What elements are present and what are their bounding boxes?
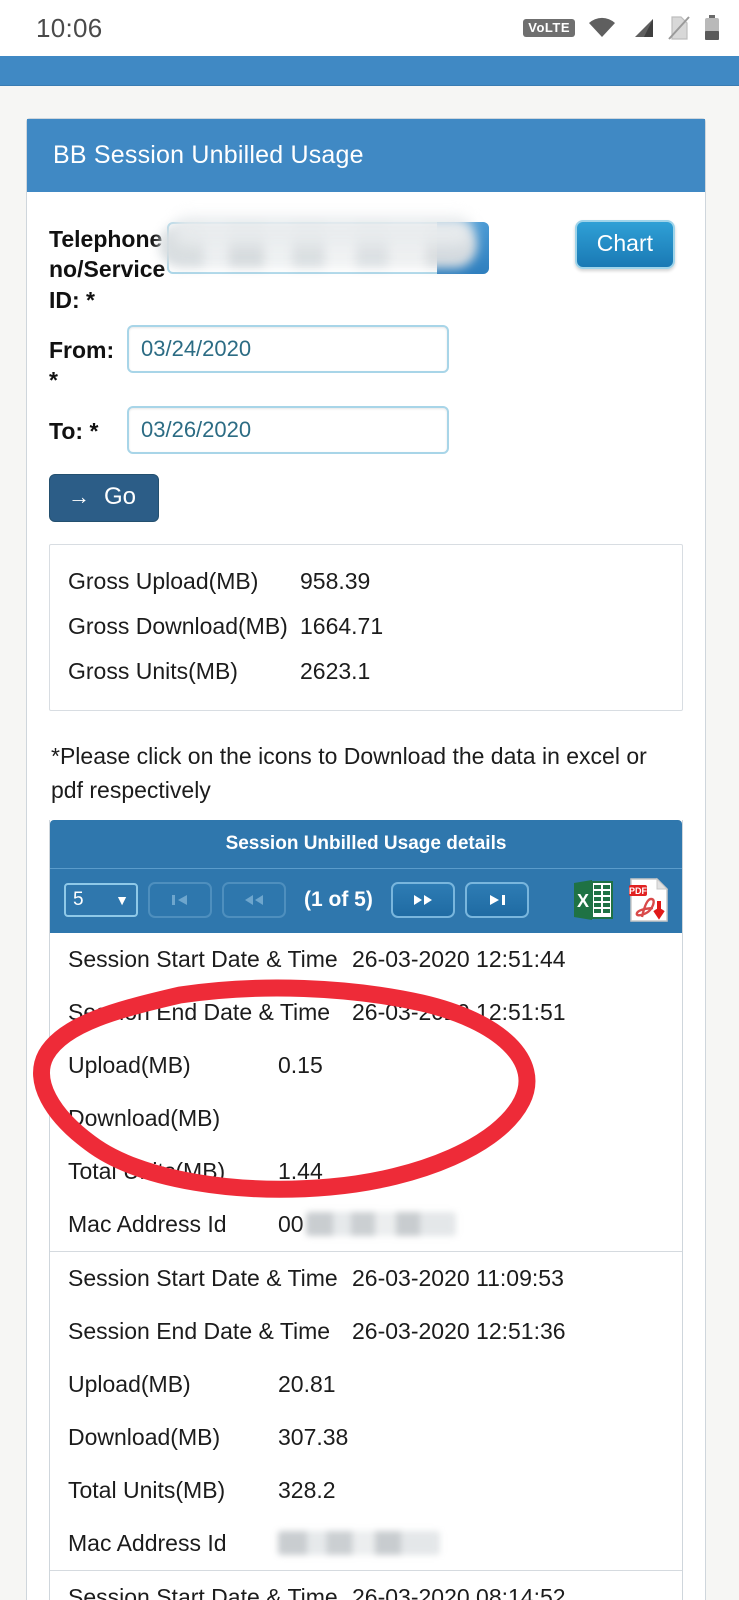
from-date-input[interactable]	[127, 325, 449, 374]
volte-icon: VoLTE	[523, 19, 575, 37]
session-end-value: 26-03-2020 12:51:51	[352, 998, 566, 1025]
session-start-value: 26-03-2020 12:51:44	[352, 945, 566, 972]
sim-off-icon	[668, 16, 690, 40]
table-pagination-toolbar: 5 ▼ (1 of 5) X PDF	[50, 868, 682, 933]
excel-download-icon[interactable]: X	[570, 877, 616, 923]
from-date-row: From: *	[49, 323, 683, 396]
summary-row: Gross Download(MB) 1664.71	[50, 604, 682, 649]
wifi-icon	[589, 17, 615, 37]
to-date-row: To: *	[49, 404, 683, 454]
download-label: Download(MB)	[68, 1423, 221, 1450]
total-units-value: 328.2	[278, 1476, 336, 1503]
upload-label: Upload(MB)	[68, 1051, 191, 1078]
summary-value: 958.39	[300, 567, 371, 594]
chevron-down-icon: ▼	[115, 891, 129, 908]
page-size-select[interactable]: 5 ▼	[64, 882, 138, 917]
session-start-value: 26-03-2020 08:14:52	[352, 1583, 566, 1600]
session-end-row: Session End Date & Time 26-03-2020 12:51…	[50, 1305, 682, 1358]
last-page-button[interactable]	[464, 881, 529, 918]
mac-address-redaction-blur	[305, 1212, 456, 1237]
session-start-label: Session Start Date & Time	[68, 1583, 338, 1600]
session-end-label: Session End Date & Time	[68, 1317, 331, 1344]
summary-value: 2623.1	[300, 657, 371, 684]
gross-summary-box: Gross Upload(MB) 958.39 Gross Download(M…	[49, 543, 683, 711]
mac-address-row: Mac Address Id 00	[50, 1198, 682, 1251]
pdf-letter: PDF	[629, 886, 648, 896]
from-date-label: From: *	[49, 337, 115, 394]
prev-page-button[interactable]	[222, 881, 286, 918]
to-date-label: To: *	[49, 417, 99, 444]
mac-address-row: Mac Address Id	[50, 1517, 682, 1570]
page-size-value: 5	[73, 888, 84, 910]
total-units-label: Total Units(MB)	[68, 1157, 226, 1184]
session-start-row: Session Start Date & Time 26-03-2020 11:…	[50, 1252, 682, 1305]
total-units-value: 1.44	[278, 1157, 323, 1184]
session-end-label: Session End Date & Time	[68, 998, 331, 1025]
arrow-right-icon: →	[68, 483, 90, 509]
summary-row: Gross Units(MB) 2623.1	[50, 649, 682, 694]
next-page-icon	[413, 894, 432, 905]
mac-address-label: Mac Address Id	[68, 1210, 227, 1237]
upload-row: Upload(MB) 20.81	[50, 1358, 682, 1411]
to-date-input[interactable]	[127, 405, 449, 454]
session-end-value: 26-03-2020 12:51:36	[352, 1317, 566, 1344]
upload-label: Upload(MB)	[68, 1370, 191, 1397]
table-row: Session Start Date & Time 26-03-2020 08:…	[50, 1570, 682, 1600]
table-row: Session Start Date & Time 26-03-2020 11:…	[50, 1251, 682, 1571]
total-units-row: Total Units(MB) 328.2	[50, 1464, 682, 1517]
status-bar: 10:06 VoLTE	[0, 0, 739, 56]
total-units-row: Total Units(MB) 1.44	[50, 1145, 682, 1198]
first-page-button[interactable]	[148, 881, 212, 918]
summary-key: Gross Upload(MB)	[68, 567, 259, 594]
go-button-label: Go	[104, 482, 137, 510]
usage-card: BB Session Unbilled Usage Telephone no/S…	[26, 118, 706, 1600]
battery-icon	[705, 15, 719, 40]
session-details-table: Session Unbilled Usage details 5 ▼ (1 of…	[49, 819, 683, 1600]
session-start-label: Session Start Date & Time	[68, 1264, 338, 1291]
mac-address-label: Mac Address Id	[68, 1529, 227, 1556]
upload-value: 0.15	[278, 1051, 323, 1078]
summary-key: Gross Units(MB)	[68, 657, 238, 684]
table-title: Session Unbilled Usage details	[50, 819, 682, 869]
first-page-icon	[172, 894, 187, 905]
session-end-row: Session End Date & Time 26-03-2020 12:51…	[50, 986, 682, 1039]
excel-letter: X	[577, 891, 589, 911]
page-title: BB Session Unbilled Usage	[27, 119, 705, 192]
table-row: Session Start Date & Time 26-03-2020 12:…	[50, 932, 682, 1252]
session-start-row: Session Start Date & Time 26-03-2020 12:…	[50, 933, 682, 986]
session-start-row: Session Start Date & Time 26-03-2020 08:…	[50, 1571, 682, 1600]
next-page-button[interactable]	[390, 881, 455, 918]
mac-address-redaction-blur	[278, 1531, 440, 1556]
download-label: Download(MB)	[68, 1104, 221, 1131]
phone-screen: 10:06 VoLTE BB Session Unbilled Usage Te…	[0, 0, 739, 1600]
telephone-row: Telephone no/Service ID: * Chart	[49, 216, 683, 315]
total-units-label: Total Units(MB)	[68, 1476, 226, 1503]
go-button[interactable]: → Go	[49, 473, 160, 522]
telephone-field-wrapper[interactable]	[159, 216, 489, 274]
page-indicator: (1 of 5)	[304, 887, 373, 911]
mac-address-value: 00	[278, 1210, 304, 1237]
status-time: 10:06	[36, 12, 103, 43]
previous-page-icon	[245, 894, 263, 905]
session-start-label: Session Start Date & Time	[68, 945, 338, 972]
card-body: Telephone no/Service ID: * Chart From: *…	[27, 192, 705, 1600]
download-instructions-note: *Please click on the icons to Download t…	[51, 742, 647, 804]
pdf-download-icon[interactable]: PDF	[626, 877, 672, 923]
summary-key: Gross Download(MB)	[68, 612, 288, 639]
telephone-label: Telephone no/Service ID: *	[49, 226, 166, 313]
session-start-value: 26-03-2020 11:09:53	[352, 1264, 564, 1291]
download-value: 307.38	[278, 1423, 349, 1450]
telephone-redaction-blur-secondary	[173, 216, 473, 246]
upload-value: 20.81	[278, 1370, 336, 1397]
download-row: Download(MB) 307.38	[50, 1411, 682, 1464]
summary-row: Gross Upload(MB) 958.39	[50, 559, 682, 604]
chart-button[interactable]: Chart	[574, 220, 675, 269]
summary-value: 1664.71	[300, 612, 384, 639]
browser-app-bar	[0, 56, 739, 86]
last-page-icon	[489, 894, 505, 905]
status-icon-group: VoLTE	[523, 14, 721, 42]
download-row: Download(MB)	[50, 1092, 682, 1145]
upload-row: Upload(MB) 0.15	[50, 1039, 682, 1092]
signal-icon	[635, 19, 653, 37]
